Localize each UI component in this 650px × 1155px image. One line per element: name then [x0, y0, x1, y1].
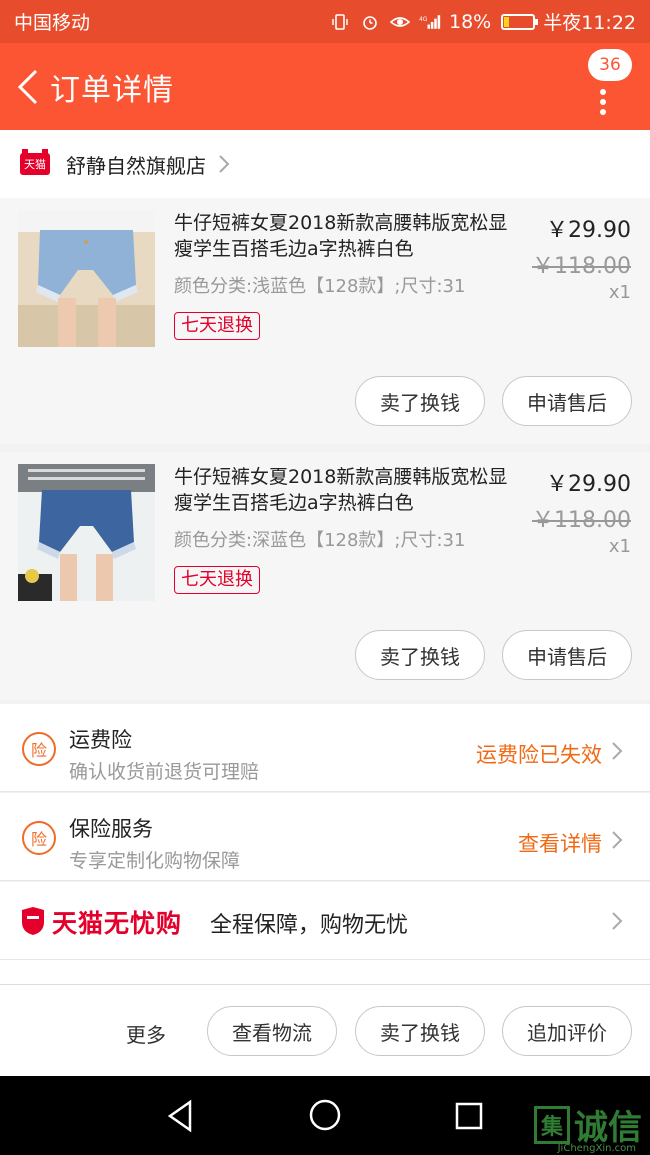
- add-review-button[interactable]: 追加评价: [502, 1006, 632, 1056]
- nav-back-icon[interactable]: [166, 1100, 194, 1132]
- watermark: 集 诚信: [534, 1100, 642, 1149]
- battery-icon: [501, 13, 539, 30]
- shop-row[interactable]: 天猫 舒静自然旗舰店: [0, 130, 650, 198]
- status-icons: 4G 18% 半夜11:22: [329, 8, 636, 35]
- back-button[interactable]: [6, 43, 50, 130]
- price: ￥29.90: [546, 472, 631, 497]
- watermark-text: 诚信: [574, 1108, 642, 1148]
- sell-for-cash-button[interactable]: 卖了换钱: [355, 376, 485, 426]
- quantity: x1: [608, 536, 631, 557]
- return-policy-tag: 七天退换: [174, 566, 260, 594]
- guarantee-brand: 天猫无忧购: [52, 909, 183, 938]
- eye-icon: [389, 13, 411, 31]
- clock: 半夜11:22: [543, 12, 636, 34]
- sell-for-cash-button[interactable]: 卖了换钱: [355, 1006, 485, 1056]
- alarm-icon: [359, 13, 381, 31]
- status-bar: 中国移动 4G 18% 半夜11:22: [0, 0, 650, 43]
- insurance-icon: 险: [22, 732, 56, 766]
- more-button[interactable]: 更多: [126, 1019, 166, 1048]
- signal-icon: 4G: [419, 13, 441, 31]
- carrier-name: 中国移动: [14, 12, 91, 34]
- insurance-title: 运费险: [69, 728, 132, 752]
- watermark-url: JiChengXin.com: [557, 1143, 636, 1154]
- quantity: x1: [608, 282, 631, 303]
- vibrate-icon: [329, 13, 351, 31]
- product-spec: 颜色分类:深蓝色【128款】;尺寸:31: [174, 530, 466, 551]
- view-details-link[interactable]: 查看详情: [518, 828, 602, 858]
- app-header: 订单详情 36: [0, 43, 650, 130]
- watermark-logo: 集: [534, 1105, 570, 1144]
- chevron-right-icon: [219, 155, 230, 173]
- insurance-service-row[interactable]: 险 保险服务 专享定制化购物保障 查看详情: [0, 793, 650, 881]
- nav-recents-icon[interactable]: [454, 1101, 484, 1131]
- more-dots-icon: [600, 89, 608, 119]
- svg-text:4G: 4G: [419, 17, 428, 23]
- order-item[interactable]: 牛仔短裤女夏2018新款高腰韩版宽松显瘦学生百搭毛边a字热裤白色 颜色分类:深蓝…: [0, 452, 650, 700]
- nav-home-icon[interactable]: [308, 1098, 342, 1132]
- more-menu-button[interactable]: 36: [588, 49, 632, 127]
- shop-name: 舒静自然旗舰店: [66, 153, 206, 178]
- price: ￥29.90: [546, 218, 631, 243]
- product-title[interactable]: 牛仔短裤女夏2018新款高腰韩版宽松显瘦学生百搭毛边a字热裤白色: [174, 464, 514, 516]
- guarantee-slogan: 全程保障，购物无忧: [210, 913, 409, 938]
- sell-for-cash-button[interactable]: 卖了换钱: [355, 630, 485, 680]
- insurance-icon: 险: [22, 821, 56, 855]
- tmall-logo: 天猫: [20, 149, 50, 175]
- page-title: 订单详情: [50, 72, 174, 108]
- chevron-left-icon: [17, 69, 38, 104]
- battery-percent: 18%: [449, 10, 492, 33]
- after-sales-button[interactable]: 申请售后: [502, 376, 632, 426]
- product-image[interactable]: [18, 210, 155, 347]
- bottom-action-bar: 更多 查看物流 卖了换钱 追加评价: [0, 984, 650, 1076]
- insurance-status: 运费险已失效: [476, 743, 602, 767]
- return-policy-tag: 七天退换: [174, 312, 260, 340]
- insurance-subtitle: 确认收货前退货可理赔: [69, 761, 260, 783]
- chevron-right-icon: [612, 831, 623, 849]
- product-title[interactable]: 牛仔短裤女夏2018新款高腰韩版宽松显瘦学生百搭毛边a字热裤白色: [174, 210, 514, 262]
- shield-icon: [22, 907, 44, 935]
- order-item[interactable]: 牛仔短裤女夏2018新款高腰韩版宽松显瘦学生百搭毛边a字热裤白色 颜色分类:浅蓝…: [0, 198, 650, 444]
- original-price: ￥118.00: [532, 254, 631, 279]
- message-count-badge: 36: [588, 49, 632, 81]
- spacer: [0, 960, 650, 984]
- product-image[interactable]: [18, 464, 155, 601]
- after-sales-button[interactable]: 申请售后: [502, 630, 632, 680]
- shipping-insurance-row[interactable]: 险 运费险 确认收货前退货可理赔 运费险已失效: [0, 704, 650, 792]
- original-price: ￥118.00: [532, 508, 631, 533]
- chevron-right-icon: [612, 742, 623, 760]
- insurance-subtitle: 专享定制化购物保障: [69, 850, 241, 872]
- insurance-title: 保险服务: [69, 817, 153, 841]
- view-logistics-button[interactable]: 查看物流: [207, 1006, 337, 1056]
- tmall-guarantee-row[interactable]: 天猫无忧购 全程保障，购物无忧: [0, 882, 650, 960]
- chevron-right-icon: [612, 912, 623, 930]
- product-spec: 颜色分类:浅蓝色【128款】;尺寸:31: [174, 276, 466, 297]
